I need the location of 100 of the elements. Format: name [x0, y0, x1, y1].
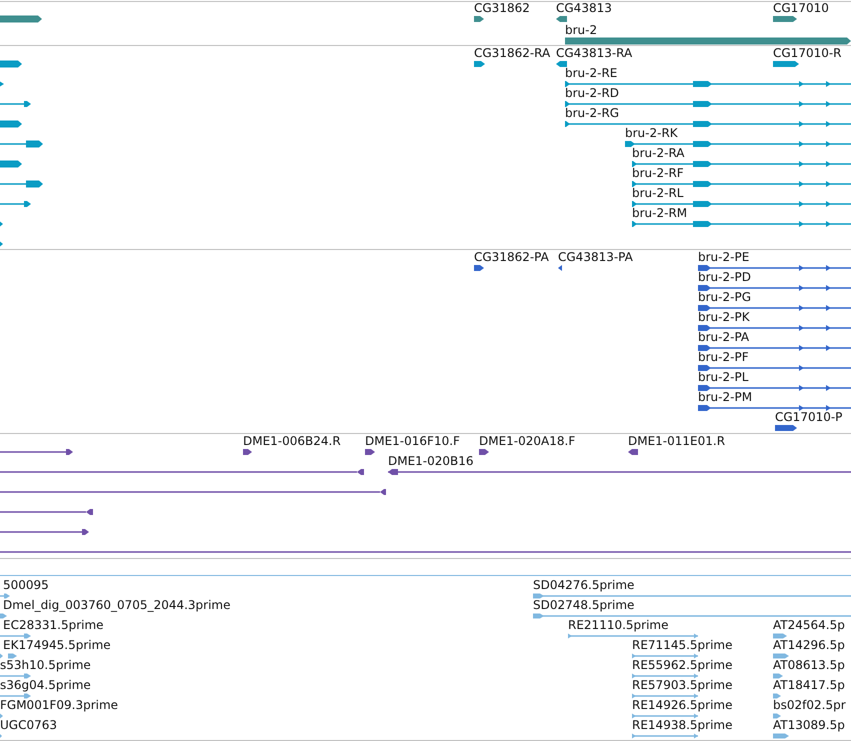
transcript-glyph[interactable] [0, 201, 31, 207]
transcript-glyph[interactable] [565, 121, 851, 127]
protein-glyph[interactable] [775, 425, 797, 431]
transcript-glyph[interactable] [632, 181, 851, 187]
clone-glyph[interactable] [628, 449, 638, 455]
feature-label: bru-2-PG [698, 290, 751, 304]
protein-glyph[interactable] [698, 285, 851, 291]
est-glyph[interactable] [773, 674, 783, 678]
gene-glyph[interactable] [556, 16, 567, 22]
feature-label: bru-2-RD [565, 86, 620, 100]
est-glyph[interactable] [0, 694, 31, 698]
feature-label: CG17010-P [775, 410, 842, 424]
feature-label: FGM001F09.3prime [0, 698, 118, 712]
feature-label: CG43813-RA [556, 46, 632, 60]
est-glyph[interactable] [632, 694, 698, 698]
protein-glyph[interactable] [698, 405, 851, 411]
feature-label: RE14926.5prime [632, 698, 732, 712]
transcript-glyph[interactable] [0, 242, 3, 246]
feature-label: s36g04.5prime [0, 678, 91, 692]
feature-label: bru-2-PD [698, 270, 751, 284]
clone-glyph[interactable] [0, 529, 89, 535]
transcript-glyph[interactable] [0, 160, 22, 168]
feature-label: bru-2-PA [698, 330, 750, 344]
transcript-glyph[interactable] [565, 101, 851, 107]
transcript-glyph[interactable] [632, 201, 851, 207]
feature-label: EK174945.5prime [3, 638, 111, 652]
protein-glyph[interactable] [698, 365, 851, 371]
est-glyph[interactable] [0, 714, 3, 718]
feature-label: AT13089.5p [773, 718, 845, 732]
clone-glyph[interactable] [0, 509, 93, 515]
feature-label: 500095 [3, 578, 49, 592]
transcript-glyph[interactable] [0, 140, 43, 148]
gene-glyph[interactable] [773, 16, 797, 22]
clone-glyph[interactable] [479, 449, 489, 455]
transcript-glyph[interactable] [632, 161, 851, 167]
feature-label: DME1-011E01.R [628, 434, 726, 448]
est-glyph[interactable] [632, 714, 698, 718]
transcript-glyph[interactable] [0, 120, 22, 128]
protein-glyph[interactable] [698, 325, 851, 331]
feature-label: AT08613.5p [773, 658, 845, 672]
protein-glyph[interactable] [698, 305, 851, 311]
est-glyph[interactable] [533, 594, 851, 598]
feature-label: bru-2-RL [632, 186, 684, 200]
transcript-glyph[interactable] [0, 222, 3, 226]
transcript-glyph[interactable] [0, 82, 4, 86]
protein-glyph[interactable] [698, 345, 851, 351]
feature-label: DME1-020B16 [388, 454, 474, 468]
transcript-glyph[interactable] [0, 101, 31, 107]
clone-glyph[interactable] [365, 449, 375, 455]
clone-glyph[interactable] [0, 469, 364, 475]
clone-glyph[interactable] [0, 489, 386, 495]
est-glyph[interactable] [773, 714, 781, 718]
clone-glyph[interactable] [388, 469, 851, 475]
est-glyph[interactable] [533, 614, 851, 618]
feature-label: AT18417.5p [773, 678, 845, 692]
transcript-glyph[interactable] [0, 180, 43, 188]
feature-label: SD02748.5prime [533, 598, 634, 612]
feature-label: RE21110.5prime [568, 618, 668, 632]
protein-glyph[interactable] [698, 385, 851, 391]
feature-label: DME1-020A18.F [479, 434, 576, 448]
feature-label: bru-2-PL [698, 370, 748, 384]
est-glyph[interactable] [632, 674, 698, 678]
feature-label: CG43813-PA [558, 250, 633, 264]
clone-glyph[interactable] [243, 449, 252, 455]
gene-glyph[interactable] [0, 16, 42, 22]
feature-label: RE71145.5prime [632, 638, 732, 652]
est-glyph[interactable] [773, 654, 789, 658]
feature-label: CG43813 [556, 1, 612, 15]
est-glyph[interactable] [568, 634, 698, 638]
transcript-glyph[interactable] [556, 61, 567, 67]
est-glyph[interactable] [773, 694, 781, 698]
feature-label: bru-2-RA [632, 146, 685, 160]
transcript-glyph[interactable] [565, 81, 851, 87]
transcript-glyph[interactable] [474, 61, 485, 67]
transcript-glyph[interactable] [773, 61, 799, 67]
feature-label: bru-2-PF [698, 350, 749, 364]
feature-label: CG31862 [474, 1, 530, 15]
est-glyph[interactable] [0, 654, 17, 658]
gene-glyph[interactable] [474, 16, 484, 22]
est-glyph[interactable] [632, 654, 698, 658]
feature-label: RE14938.5prime [632, 718, 732, 732]
feature-label: AT14296.5p [773, 638, 845, 652]
protein-glyph[interactable] [558, 265, 562, 271]
feature-label: CG31862-PA [474, 250, 549, 264]
feature-label: CG31862-RA [474, 46, 550, 60]
feature-label: CG17010-R [773, 46, 842, 60]
est-glyph[interactable] [632, 734, 698, 738]
transcript-glyph[interactable] [632, 221, 851, 227]
est-glyph[interactable] [0, 674, 31, 678]
est-glyph[interactable] [0, 634, 31, 638]
transcript-glyph[interactable] [0, 60, 22, 68]
protein-glyph[interactable] [474, 265, 484, 271]
protein-glyph[interactable] [698, 265, 851, 271]
feature-label: UGC0763 [0, 718, 57, 732]
est-glyph[interactable] [773, 634, 787, 638]
est-glyph[interactable] [0, 614, 7, 618]
feature-label: AT24564.5p [773, 618, 845, 632]
est-glyph[interactable] [0, 594, 10, 598]
clone-glyph[interactable] [0, 449, 73, 455]
transcript-glyph[interactable] [625, 141, 851, 147]
